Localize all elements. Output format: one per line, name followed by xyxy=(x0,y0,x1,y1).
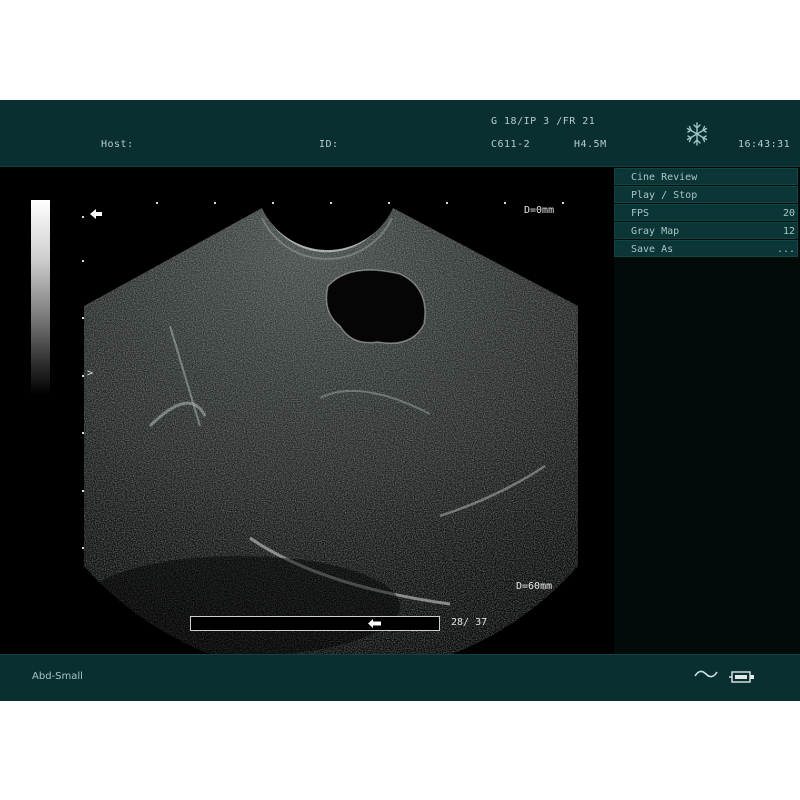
wave-icon xyxy=(694,670,718,678)
menu-item-value: 12 xyxy=(782,226,795,237)
menu-item-gray-map[interactable]: Gray Map 12 xyxy=(614,222,798,239)
clock: 16:43:31 xyxy=(738,139,791,150)
menu-item-label: Save As xyxy=(631,244,674,255)
imaging-params: G 18/IP 3 /FR 21 xyxy=(491,116,596,127)
menu-item-label: FPS xyxy=(631,208,650,219)
depth-bottom-label: D=60mm xyxy=(516,581,553,592)
depth-top-label: D=0mm xyxy=(524,205,555,216)
menu-item-play-stop[interactable]: Play / Stop xyxy=(614,186,798,203)
menu-item-fps[interactable]: FPS 20 xyxy=(614,204,798,221)
probe-name: C611-2 xyxy=(491,139,531,150)
footer-bar: Abd-Small xyxy=(0,654,800,701)
printer-icon[interactable] xyxy=(729,669,755,685)
ultrasound-screen: G 18/IP 3 /FR 21 Host: ID: C611-2 H4.5M … xyxy=(0,100,800,701)
left-arrow-icon xyxy=(90,209,102,219)
menu-item-label: Gray Map xyxy=(631,226,680,237)
probe-frequency: H4.5M xyxy=(574,139,607,150)
menu-title-label: Cine Review xyxy=(631,172,698,183)
focus-marker: > xyxy=(87,368,94,379)
cine-position-marker[interactable] xyxy=(368,618,382,629)
menu-item-value: ... xyxy=(776,244,795,255)
host-label: Host: xyxy=(101,139,134,150)
menu-item-label: Play / Stop xyxy=(631,190,698,201)
patient-id-label: ID: xyxy=(319,139,339,150)
frame-counter: 28/ 37 xyxy=(451,617,488,628)
menu-title-cine-review: Cine Review xyxy=(614,168,798,185)
cine-menu: Cine Review Play / Stop FPS 20 Gray Map … xyxy=(614,168,798,258)
menu-item-save-as[interactable]: Save As ... xyxy=(614,240,798,257)
cine-progress-bar[interactable] xyxy=(190,616,440,631)
snowflake-icon[interactable] xyxy=(684,121,710,147)
header-bar: G 18/IP 3 /FR 21 Host: ID: C611-2 H4.5M … xyxy=(0,100,800,167)
menu-item-value: 20 xyxy=(782,208,795,219)
preset-label: Abd-Small xyxy=(32,671,83,682)
